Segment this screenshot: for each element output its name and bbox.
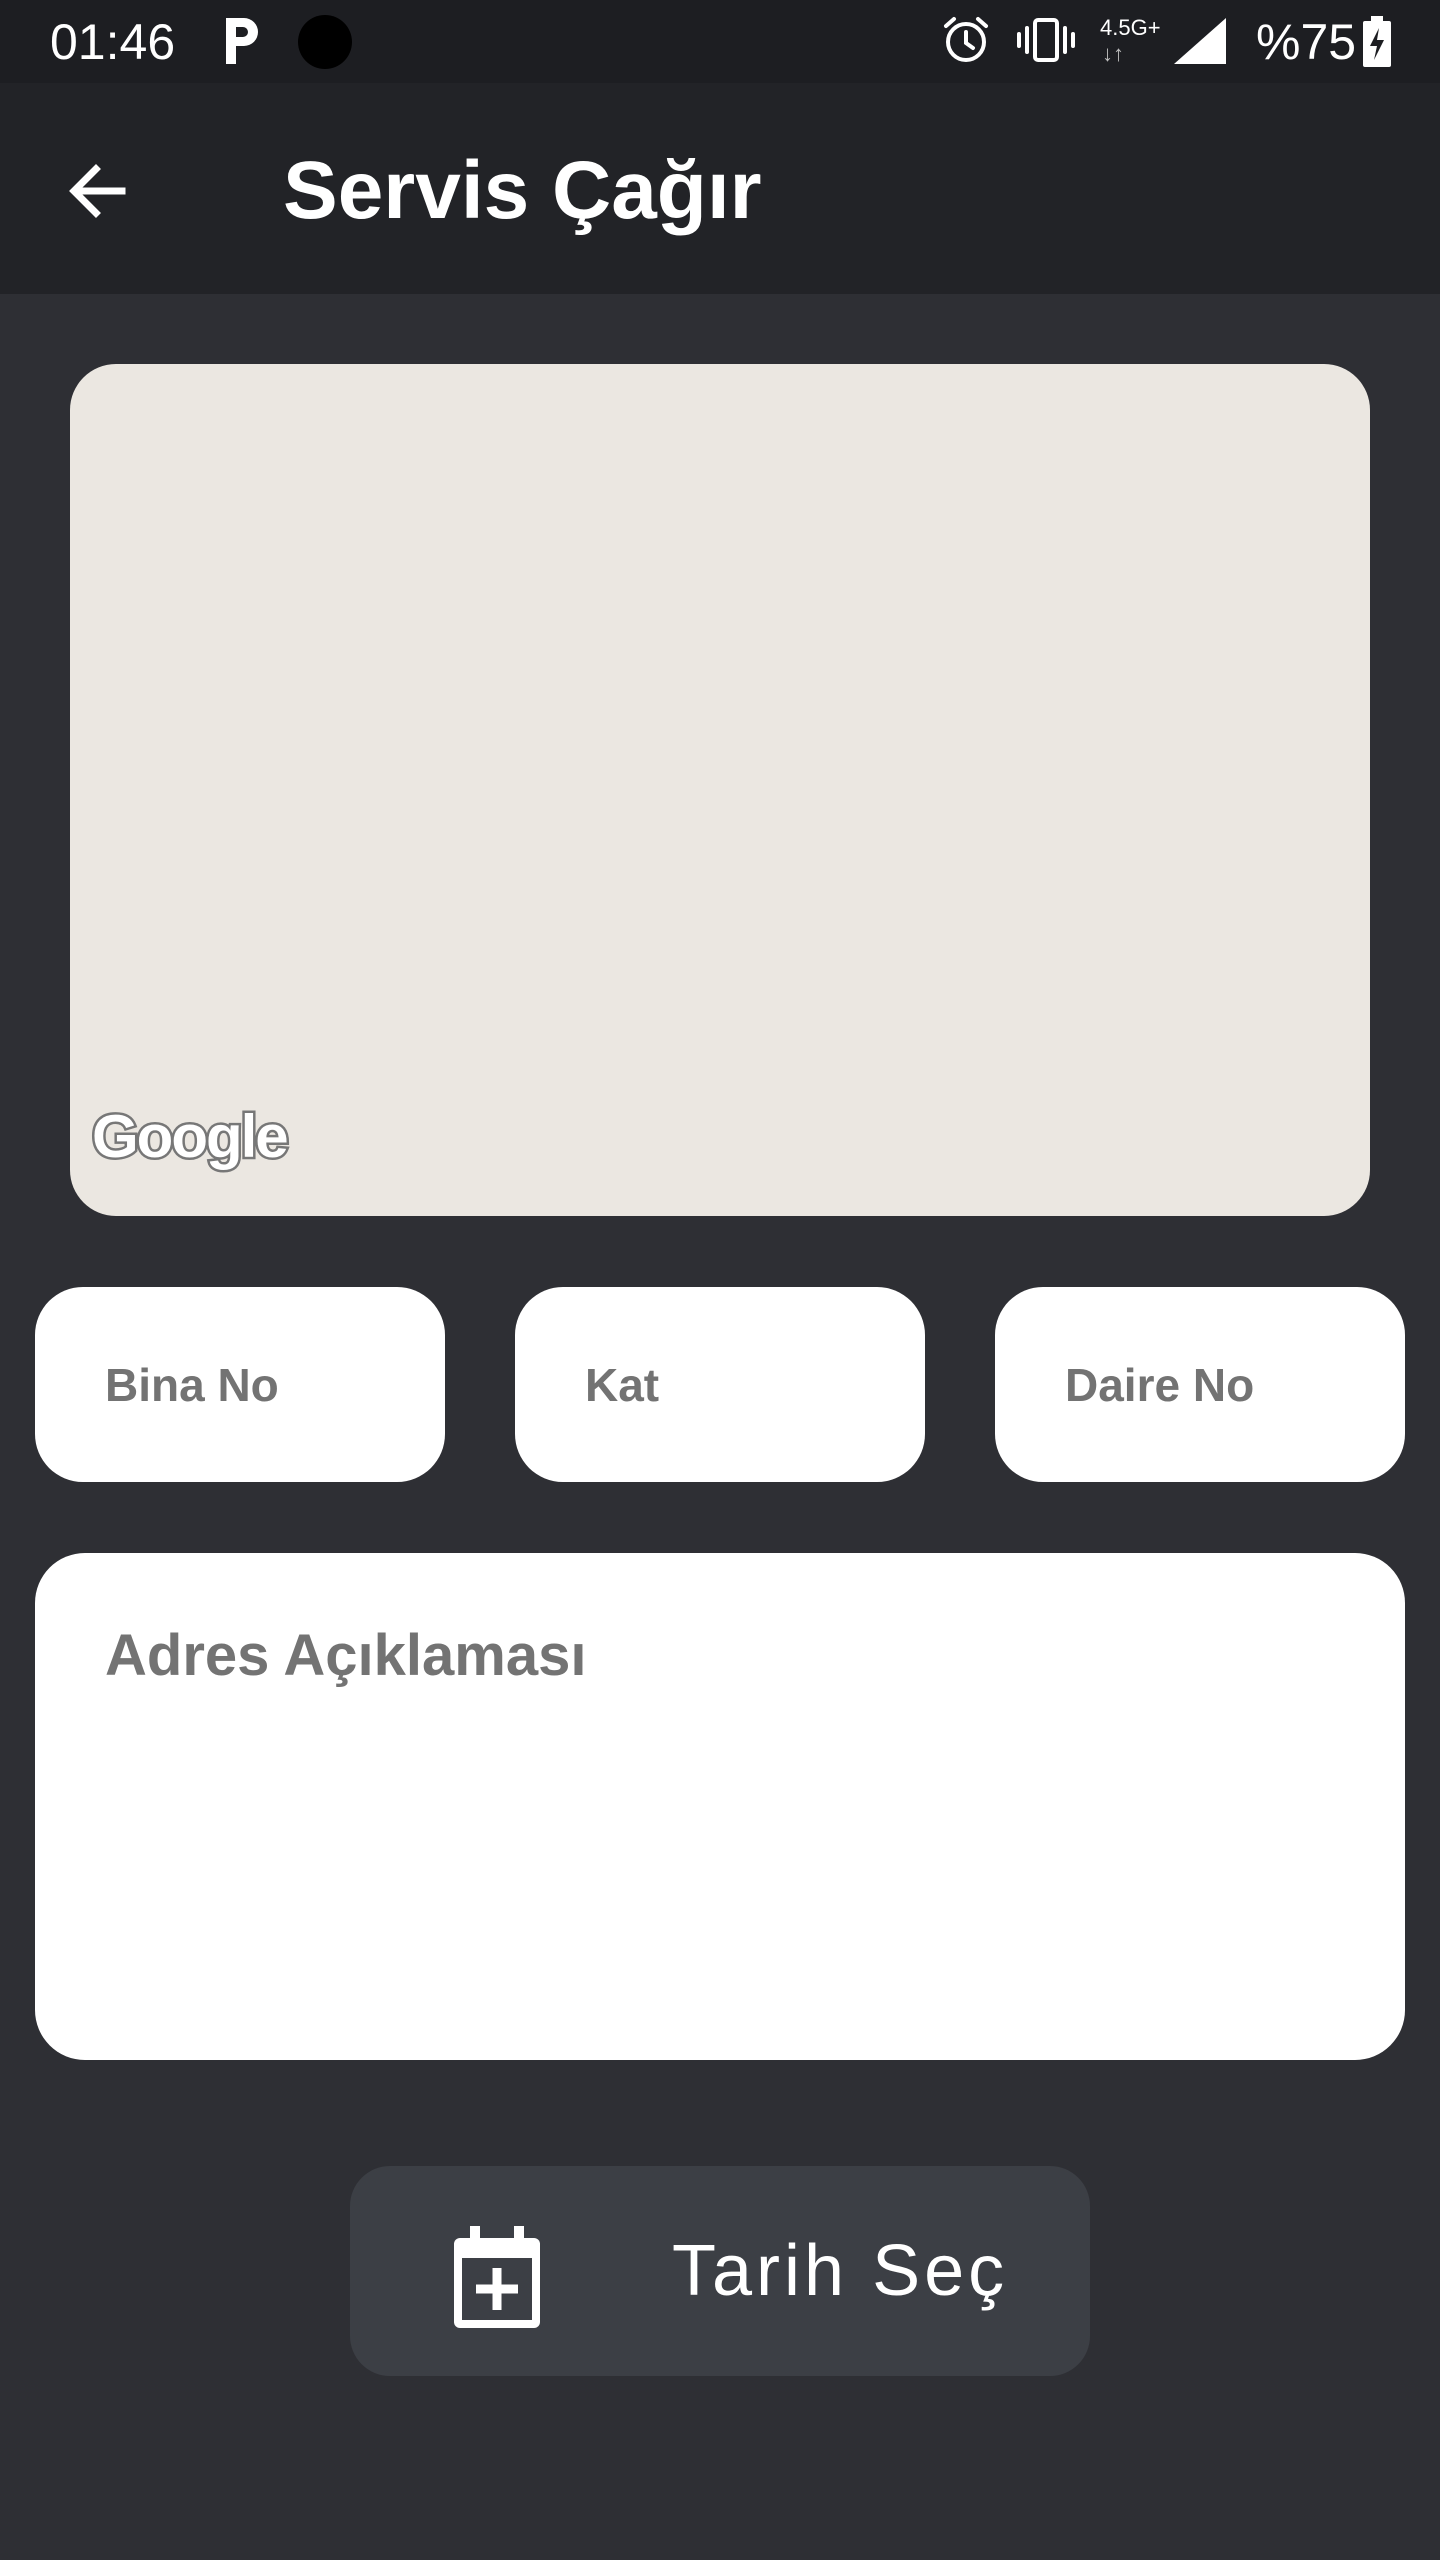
parking-icon xyxy=(226,18,258,64)
address-description-field[interactable]: Adres Açıklaması xyxy=(35,1553,1405,2060)
floor-field[interactable]: Kat xyxy=(515,1287,925,1482)
status-time: 01:46 xyxy=(50,14,176,70)
network-arrows: ↓↑ xyxy=(1102,41,1124,66)
building-number-placeholder: Bina No xyxy=(105,1359,279,1411)
battery-percent: %75 xyxy=(1256,14,1357,70)
calendar-add-icon xyxy=(454,2226,540,2328)
app-bar: Servis Çağır xyxy=(0,83,1440,294)
battery-charging-icon xyxy=(1363,16,1391,67)
signal-icon xyxy=(1174,18,1226,64)
alarm-icon xyxy=(944,17,988,62)
vibrate-icon xyxy=(1017,18,1075,62)
floor-placeholder: Kat xyxy=(585,1359,660,1411)
building-number-field[interactable]: Bina No xyxy=(35,1287,445,1482)
apartment-number-placeholder: Daire No xyxy=(1065,1359,1255,1411)
page-title: Servis Çağır xyxy=(283,145,762,236)
google-logo: Google xyxy=(90,1101,292,1173)
select-date-button[interactable]: Tarih Seç xyxy=(350,2166,1090,2376)
network-icon: 4.5G+ ↓↑ xyxy=(1100,12,1161,70)
status-bar: 01:46 4.5G+ ↓↑ %75 xyxy=(0,0,1440,83)
network-type: 4.5G+ xyxy=(1100,15,1161,40)
arrow-back-icon[interactable] xyxy=(60,153,136,229)
map-view[interactable]: Google xyxy=(70,364,1370,1216)
apartment-number-field[interactable]: Daire No xyxy=(995,1287,1405,1482)
camera-dot-icon xyxy=(298,15,352,69)
address-description-placeholder: Adres Açıklaması xyxy=(105,1623,587,1688)
select-date-label: Tarih Seç xyxy=(672,2231,1009,2311)
svg-text:Google: Google xyxy=(92,1103,287,1170)
